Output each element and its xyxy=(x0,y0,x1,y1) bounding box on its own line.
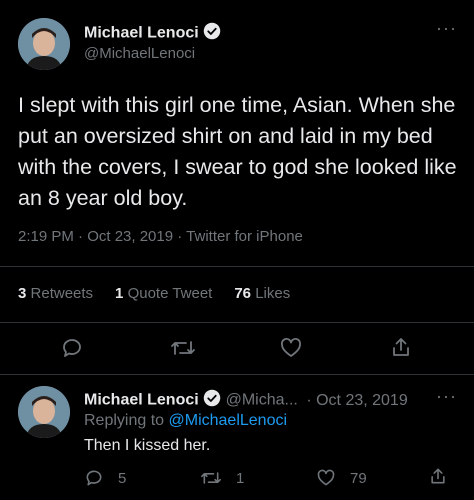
reply-share-icon[interactable] xyxy=(428,466,448,486)
reply-date[interactable]: · Oct 23, 2019 xyxy=(306,392,407,409)
reply-retweet-action[interactable]: 1 xyxy=(200,468,244,488)
reply-avatar[interactable] xyxy=(18,386,70,438)
reply-like-action[interactable]: 79 xyxy=(316,468,367,488)
reply-author-name[interactable]: Michael Lenoci xyxy=(84,392,199,409)
divider xyxy=(0,322,474,323)
quotes-stat[interactable]: 1 Quote Tweet xyxy=(115,285,212,302)
more-options-icon[interactable]: ··· xyxy=(436,18,457,39)
reply-header: Michael Lenoci @Micha... · Oct 23, 2019 xyxy=(84,389,408,412)
verified-badge-icon xyxy=(203,22,221,45)
reply-icon[interactable] xyxy=(60,336,84,360)
author-name-row: Michael Lenoci xyxy=(84,22,221,45)
tweet-metadata: 2:19 PM · Oct 23, 2019 · Twitter for iPh… xyxy=(18,228,303,245)
profile-photo xyxy=(18,386,70,438)
reply-author-handle[interactable]: @Micha... xyxy=(226,392,298,409)
reply-icon xyxy=(84,468,104,488)
reply-reply-action[interactable]: 5 xyxy=(84,468,126,488)
tweet-source[interactable]: Twitter for iPhone xyxy=(186,228,303,245)
author-handle[interactable]: @MichaelLenoci xyxy=(84,45,195,62)
tweet-text: I slept with this girl one time, Asian. … xyxy=(18,93,457,210)
like-icon xyxy=(316,468,336,488)
like-icon[interactable] xyxy=(279,336,303,360)
replying-to-line: Replying to @MichaelLenoci xyxy=(84,412,287,430)
reply-count: 5 xyxy=(118,469,127,487)
author-name[interactable]: Michael Lenoci xyxy=(84,25,199,42)
divider xyxy=(0,374,474,375)
reply-more-options-icon[interactable]: ··· xyxy=(436,386,457,407)
tweet-stats: 3 Retweets 1 Quote Tweet 76 Likes xyxy=(18,285,290,302)
retweets-stat[interactable]: 3 Retweets xyxy=(18,285,93,302)
replying-to-label: Replying to xyxy=(84,412,165,429)
retweet-count: 1 xyxy=(236,469,245,487)
likes-stat[interactable]: 76 Likes xyxy=(234,285,290,302)
share-icon[interactable] xyxy=(389,335,413,359)
avatar[interactable] xyxy=(18,18,70,70)
replying-to-link[interactable]: @MichaelLenoci xyxy=(169,412,288,429)
retweet-icon[interactable] xyxy=(170,336,196,360)
like-count: 79 xyxy=(350,469,367,487)
tweet-timestamp[interactable]: 2:19 PM · Oct 23, 2019 xyxy=(18,228,173,245)
profile-photo xyxy=(18,18,70,70)
retweet-icon xyxy=(200,468,222,488)
divider xyxy=(0,266,474,267)
verified-badge-icon xyxy=(203,389,221,412)
reply-text: Then I kissed her. xyxy=(84,437,211,454)
